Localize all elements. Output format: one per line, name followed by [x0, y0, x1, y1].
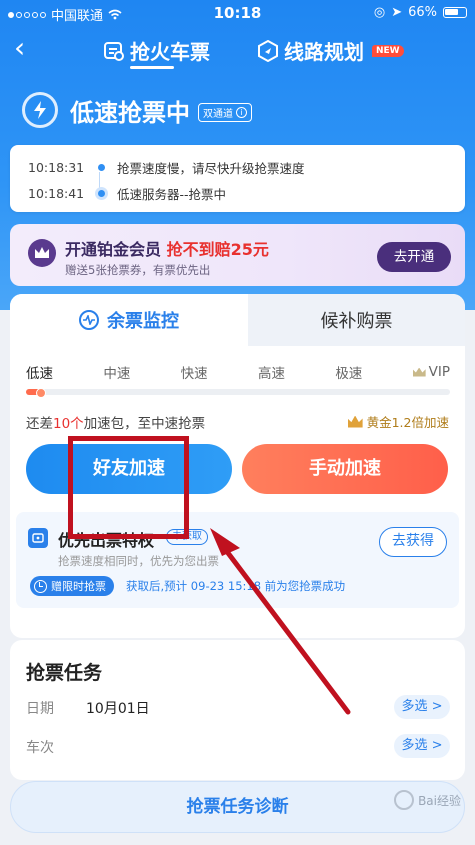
need-suffix: 加速包，至中速抢票 [83, 416, 206, 432]
need-count: 10个 [53, 416, 84, 432]
battery-percent: 66% [408, 5, 437, 20]
monitor-tabs: 余票监控 候补购票 [10, 294, 465, 346]
speed-progress-track [26, 388, 450, 398]
open-vip-button[interactable]: 去开通 [377, 242, 451, 272]
vip-subtitle: 赠送5张抢票券，有票优先出 [65, 263, 211, 277]
paw-logo-icon [394, 790, 415, 810]
vip-title-promise: 抢不到赔25元 [166, 240, 269, 259]
tab-route-planning[interactable]: 线路规划 NEW [258, 36, 404, 65]
log-row: 10:18:41 低速服务器--抢票中 [28, 184, 226, 203]
dual-channel-label: 双通道 [203, 108, 233, 120]
gold-crown-icon [347, 415, 363, 428]
tab-route-planning-label: 线路规划 [284, 40, 364, 64]
ticket-icon [104, 41, 124, 61]
vip-title: 开通铂金会员 抢不到赔25元 [65, 236, 269, 260]
limited-time-label: 赠限时抢票 [51, 580, 106, 593]
annotation-highlight-box [68, 436, 189, 539]
speed-level-vip: VIP [412, 362, 450, 382]
lock-rotation-icon: ◎ [373, 5, 386, 20]
route-icon [258, 39, 278, 62]
boost-need-text: 还差10个加速包，至中速抢票 [26, 412, 205, 432]
ticket-priority-icon [28, 528, 48, 548]
speed-level: 高速 [257, 366, 285, 382]
task-row-date: 日期 10月01日 多选 > [26, 695, 450, 719]
location-icon: ➤ [391, 5, 403, 20]
log-row: 10:18:31 抢票速度慢，请尽快升级抢票速度 [28, 158, 305, 177]
back-button[interactable]: ‹ [14, 32, 25, 64]
speed-status-title: 低速抢票中 双通道 i [22, 92, 252, 128]
log-text: 抢票速度慢，请尽快升级抢票速度 [117, 161, 305, 176]
watermark: Bai经验 [394, 790, 461, 810]
vip-title-main: 开通铂金会员 [65, 240, 167, 259]
multi-select-button[interactable]: 多选 > [394, 734, 450, 758]
task-title: 抢票任务 [26, 662, 103, 684]
log-time: 10:18:31 [28, 160, 85, 175]
gold-boost-note[interactable]: 黄金1.2倍加速 [347, 412, 449, 431]
info-icon: i [236, 106, 247, 118]
speed-level: VIP [428, 364, 450, 380]
log-time: 10:18:41 [28, 186, 85, 201]
new-badge: NEW [372, 44, 404, 57]
speed-level: 极速 [335, 366, 363, 382]
speed-levels: 低速 中速 快速 高速 极速 VIP [26, 362, 450, 382]
speed-progress-fill [26, 388, 46, 398]
tab-train-ticket[interactable]: 抢火车票 [103, 36, 210, 65]
log-text: 低速服务器--抢票中 [117, 187, 227, 202]
battery-icon [443, 7, 467, 18]
crown-icon [28, 239, 56, 267]
watermark-text: Bai经验 [418, 793, 461, 808]
limited-time-description: 获取后,预计 09-23 15:18 前为您抢票成功 [126, 579, 346, 593]
tab-ticket-monitor-label: 余票监控 [107, 311, 179, 332]
tab-ticket-monitor[interactable]: 余票监控 [10, 294, 248, 346]
tab-waitlist[interactable]: 候补购票 [248, 294, 465, 346]
speed-level: 低速 [26, 366, 53, 382]
limited-time-badge: 赠限时抢票 [30, 576, 114, 596]
task-row-train: 车次 多选 > [26, 734, 450, 758]
top-nav: ‹ 抢火车票 线路规划 NEW [0, 30, 475, 70]
timeline-dot-active [98, 190, 105, 197]
timeline-dot [98, 164, 105, 171]
get-privilege-button[interactable]: 去获得 [379, 527, 447, 557]
speed-level: 中速 [103, 366, 131, 382]
clock-icon [34, 579, 47, 593]
multi-select-button[interactable]: 多选 > [394, 695, 450, 719]
tab-train-ticket-label: 抢火车票 [130, 40, 210, 64]
privilege-subtitle: 抢票速度相同时，优先为您出票 [58, 554, 219, 568]
task-value: 10月01日 [86, 701, 150, 717]
manual-boost-button[interactable]: 手动加速 [242, 444, 448, 494]
speed-level: 快速 [180, 366, 208, 382]
task-key: 车次 [26, 740, 54, 756]
pulse-icon [79, 310, 99, 330]
status-bar: 中国联通 10:18 ◎ ➤ 66% [0, 0, 475, 26]
active-tab-indicator [130, 66, 174, 69]
page-title: 低速抢票中 [70, 98, 190, 127]
task-key: 日期 [26, 701, 54, 717]
lightning-icon [22, 92, 58, 128]
need-prefix: 还差 [26, 416, 53, 432]
grab-task-card: 抢票任务 日期 10月01日 多选 > 车次 多选 > [10, 640, 465, 780]
monitor-card: 余票监控 候补购票 低速 中速 快速 高速 极速 VIP 还差10个加速包，至中… [10, 294, 465, 638]
dual-channel-tag[interactable]: 双通道 i [198, 102, 252, 122]
crown-icon [412, 367, 426, 377]
gold-boost-label: 黄金1.2倍加速 [366, 415, 449, 430]
platinum-member-banner[interactable]: 开通铂金会员 抢不到赔25元 赠送5张抢票券，有票优先出 去开通 [10, 224, 465, 286]
grab-log-card: 10:18:31 抢票速度慢，请尽快升级抢票速度 10:18:41 低速服务器-… [10, 145, 465, 212]
